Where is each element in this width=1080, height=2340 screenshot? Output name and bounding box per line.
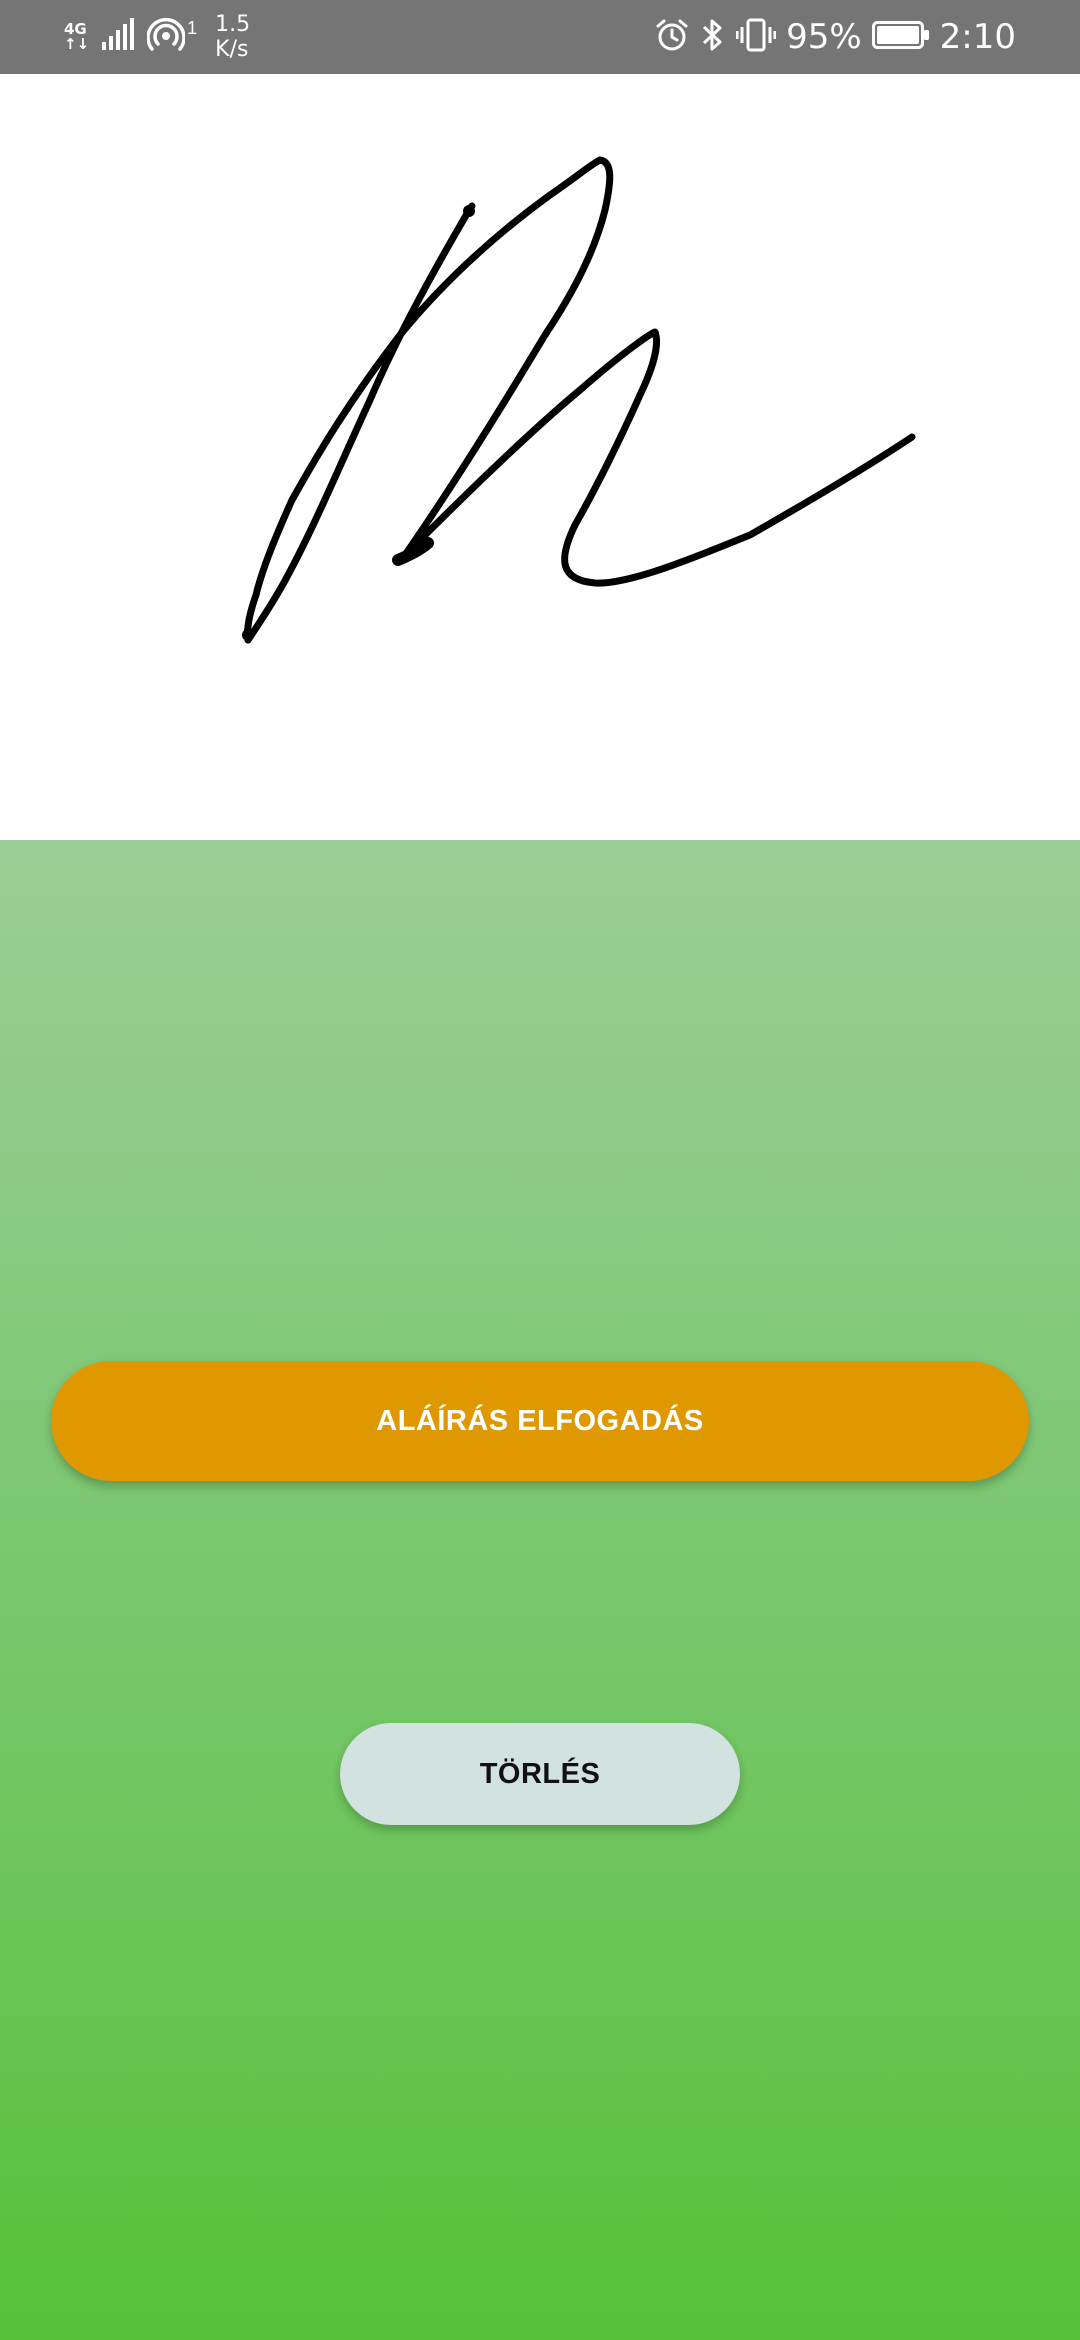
battery-icon xyxy=(871,19,930,56)
signal-icon xyxy=(101,17,135,57)
accept-signature-button[interactable]: ALÁÍRÁS ELFOGADÁS xyxy=(51,1361,1029,1481)
status-left: 4G ↑↓ 1 1.5 K/s xyxy=(64,0,250,74)
speed-unit: K/s xyxy=(215,37,249,62)
clock: 2:10 xyxy=(939,17,1016,57)
battery-percent: 95% xyxy=(786,17,862,57)
network-activity-label: ↑↓ xyxy=(64,35,90,53)
network-type: 4G ↑↓ xyxy=(64,22,89,52)
hotspot-count: 1 xyxy=(187,18,198,38)
signature-stroke xyxy=(242,156,916,644)
action-panel: ALÁÍRÁS ELFOGADÁS TÖRLÉS xyxy=(0,840,1080,2340)
alarm-icon xyxy=(654,17,690,58)
vibrate-icon xyxy=(735,17,777,58)
clear-signature-button[interactable]: TÖRLÉS xyxy=(340,1723,740,1825)
hotspot-icon xyxy=(146,16,186,59)
bluetooth-icon xyxy=(700,17,726,58)
network-speed: 1.5 K/s xyxy=(215,12,250,62)
signature-screen: 4G ↑↓ 1 1.5 K/s 95% 2:10 ALÁÍRÁS ELFOGAD… xyxy=(0,0,1080,2340)
status-right: 95% 2:10 xyxy=(654,0,1016,74)
status-bar: 4G ↑↓ 1 1.5 K/s 95% 2:10 xyxy=(0,0,1080,74)
signature-canvas[interactable] xyxy=(0,74,1080,840)
speed-value: 1.5 xyxy=(215,12,251,37)
